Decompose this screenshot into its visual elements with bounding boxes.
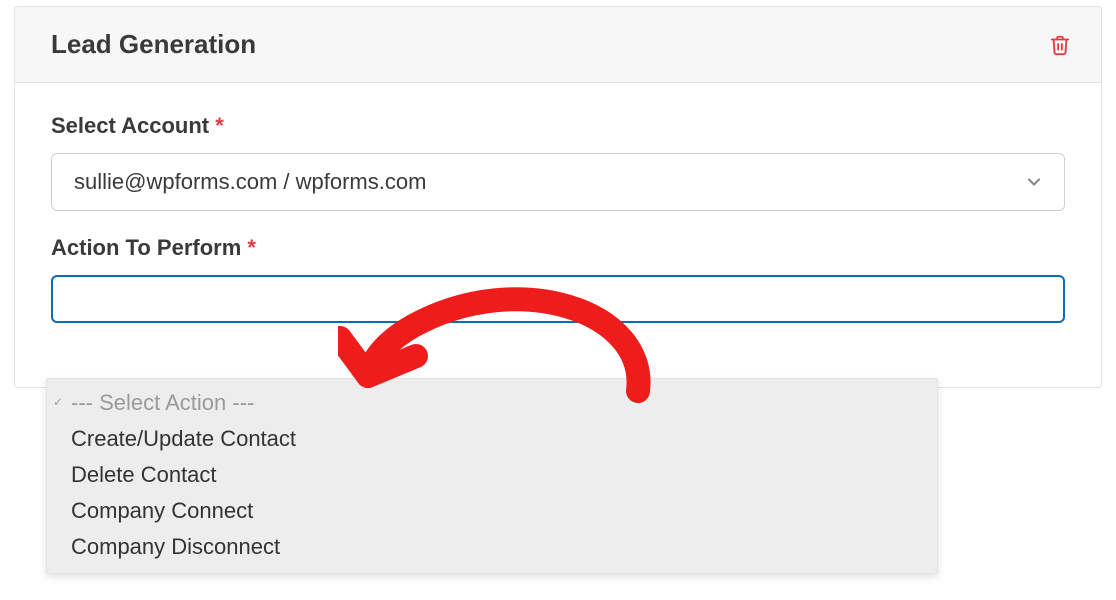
account-selected-value: sullie@wpforms.com / wpforms.com (74, 169, 426, 195)
action-option-delete[interactable]: Delete Contact (47, 457, 937, 493)
panel-body: Select Account * sullie@wpforms.com / wp… (15, 83, 1101, 387)
account-select[interactable]: sullie@wpforms.com / wpforms.com (51, 153, 1065, 211)
panel-title: Lead Generation (51, 29, 256, 60)
action-select[interactable] (51, 275, 1065, 323)
action-field: Action To Perform * (51, 235, 1065, 323)
delete-connection-icon[interactable] (1049, 33, 1071, 57)
panel-header: Lead Generation (15, 7, 1101, 83)
action-dropdown: --- Select Action --- Create/Update Cont… (46, 378, 938, 574)
action-option-company-disconnect[interactable]: Company Disconnect (47, 529, 937, 565)
action-option-create-update[interactable]: Create/Update Contact (47, 421, 937, 457)
connection-panel: Lead Generation Select Account * sullie@… (14, 6, 1102, 388)
chevron-down-icon (1024, 172, 1044, 192)
account-field: Select Account * sullie@wpforms.com / wp… (51, 113, 1065, 211)
action-label: Action To Perform * (51, 235, 1065, 261)
required-marker: * (247, 235, 256, 260)
action-option-placeholder[interactable]: --- Select Action --- (47, 385, 937, 421)
action-label-text: Action To Perform (51, 235, 241, 260)
required-marker: * (215, 113, 224, 138)
account-label: Select Account * (51, 113, 1065, 139)
action-option-company-connect[interactable]: Company Connect (47, 493, 937, 529)
account-label-text: Select Account (51, 113, 209, 138)
